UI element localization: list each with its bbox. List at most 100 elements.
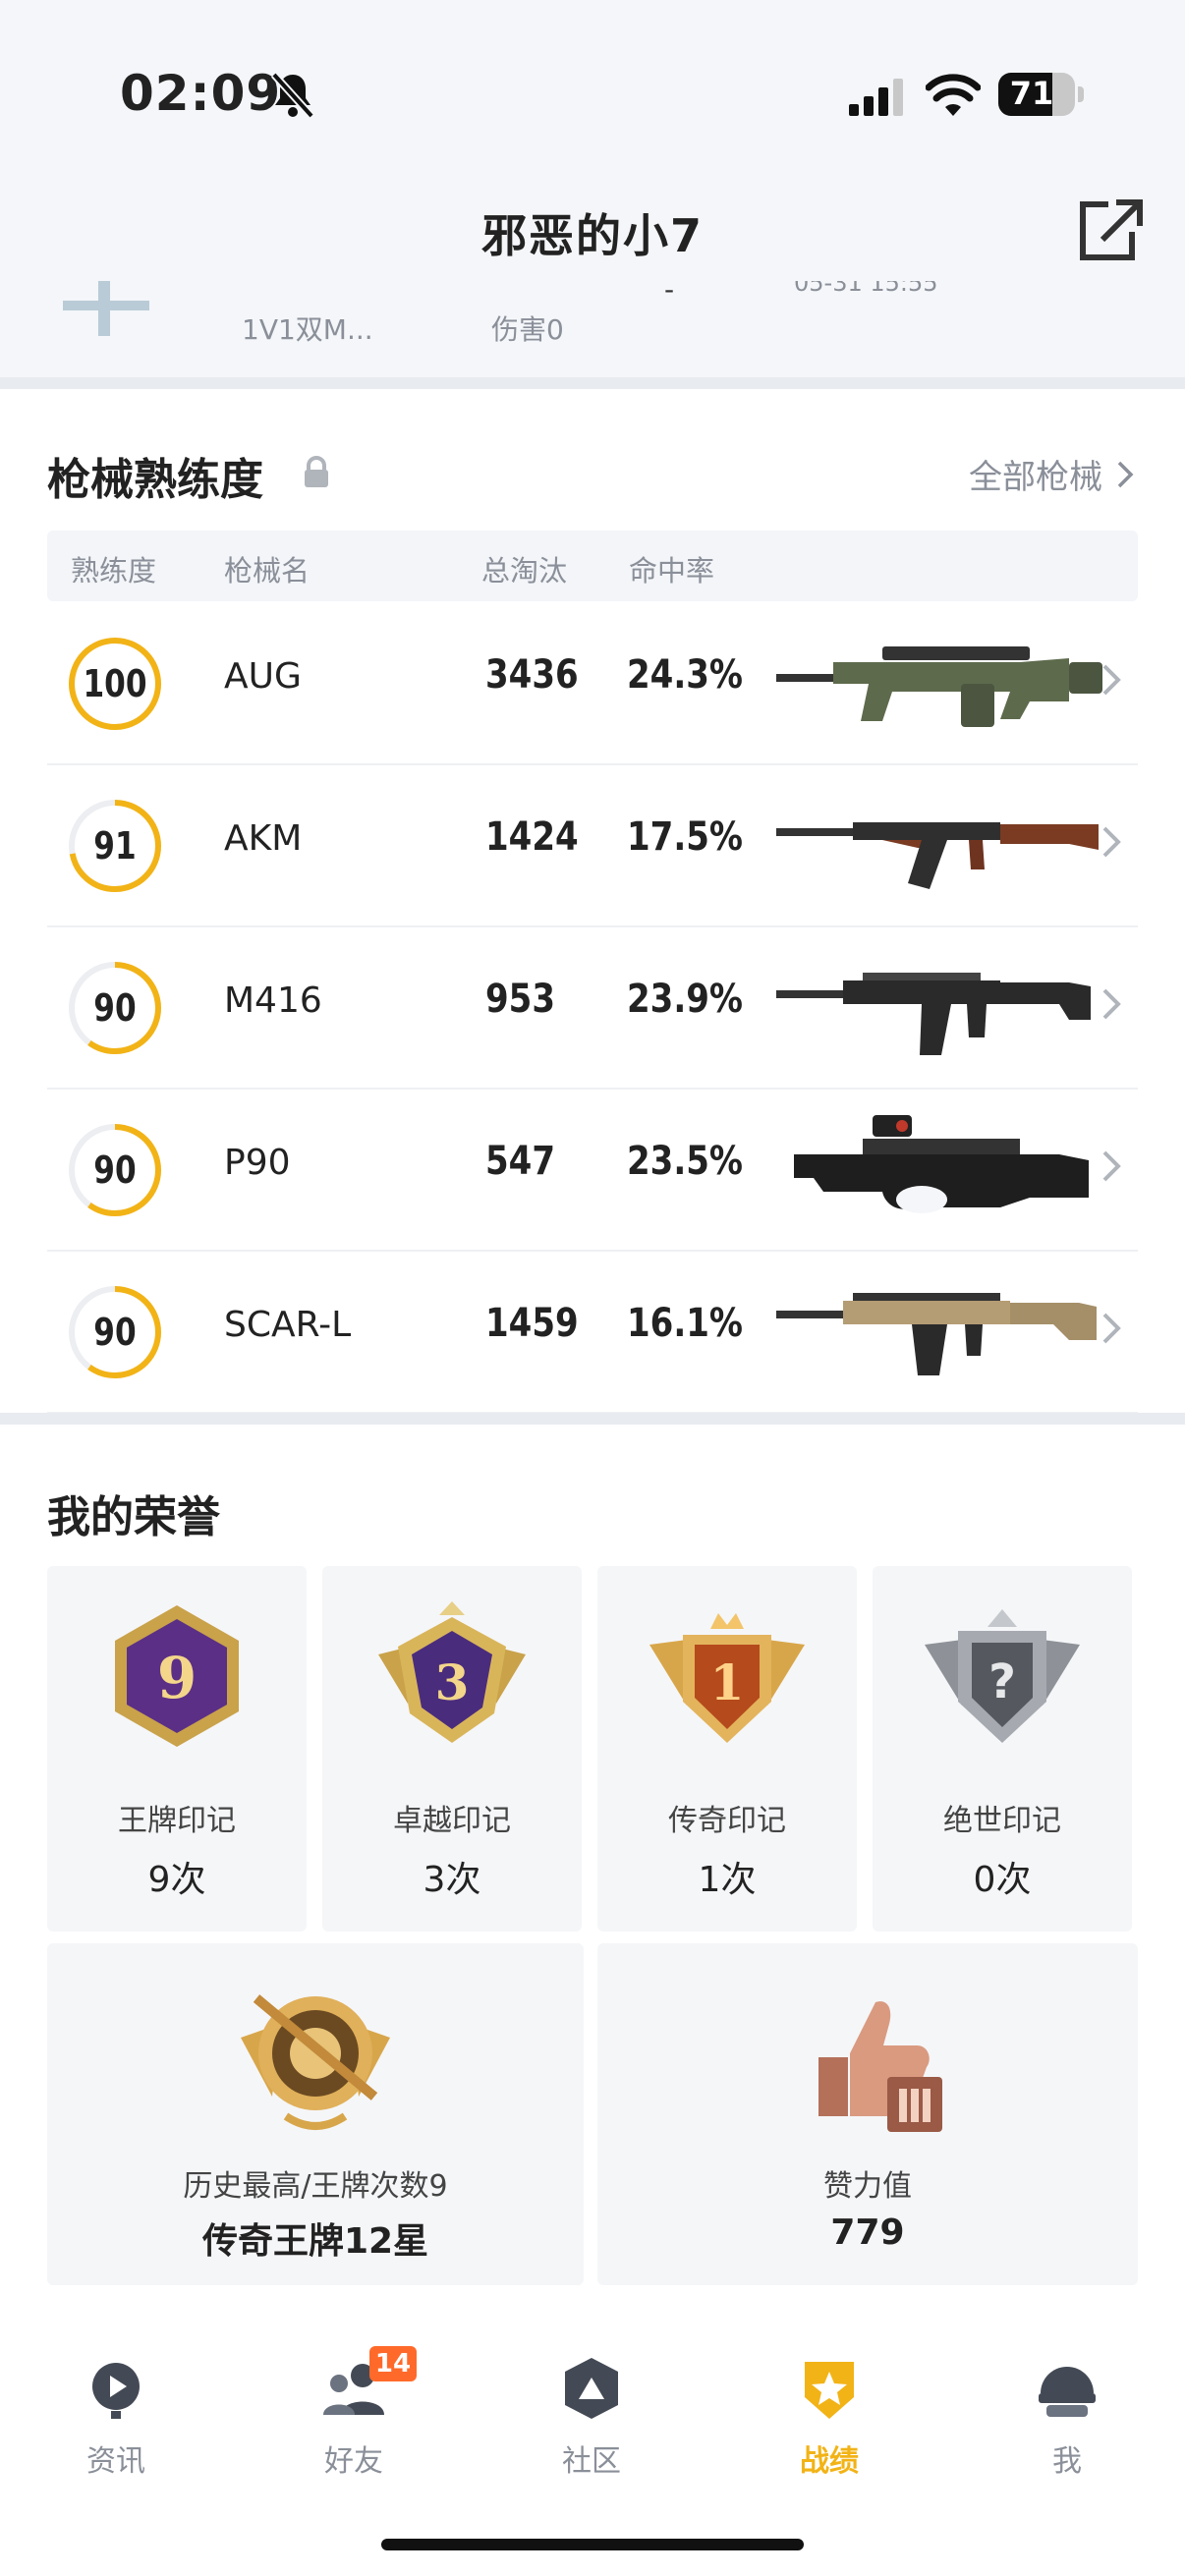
weapon-table-header: 熟练度 枪械名 总淘汰 命中率 bbox=[47, 531, 1138, 601]
wifi-icon bbox=[926, 74, 981, 116]
column-header-mastery: 熟练度 bbox=[71, 554, 157, 588]
column-header-accuracy: 命中率 bbox=[629, 554, 715, 588]
badge-label: 王牌印记 bbox=[118, 1804, 236, 1838]
excellence-mark-badge-icon: 3 bbox=[378, 1601, 526, 1743]
community-icon bbox=[565, 2358, 618, 2419]
highest-rank-label: 历史最高/王牌次数9 bbox=[183, 2169, 448, 2204]
match-record-peek[interactable]: 1V1双M... 伤害0 - 05-31 15:55 bbox=[0, 281, 1185, 379]
peerless-mark-badge-icon: ? bbox=[925, 1609, 1080, 1743]
honors-title: 我的荣誉 bbox=[47, 1492, 220, 1542]
chevron-right-icon bbox=[1102, 988, 1121, 1020]
chevron-right-icon bbox=[1102, 1313, 1121, 1344]
weapon-row-akm[interactable]: 91 AKM 1424 17.5% bbox=[47, 763, 1138, 927]
profile-icon bbox=[1039, 2367, 1096, 2417]
mastery-level: 100 bbox=[83, 662, 147, 705]
peek-mode: 1V1双M... bbox=[242, 313, 373, 346]
weapon-row-p90[interactable]: 90 P90 547 23.5% bbox=[47, 1088, 1138, 1252]
likes-value: 779 bbox=[830, 2212, 905, 2253]
mastery-level: 90 bbox=[93, 1311, 137, 1354]
badge-card-peerless[interactable]: ? 绝世印记 0次 bbox=[873, 1566, 1132, 1932]
weapon-name: P90 bbox=[224, 1143, 291, 1183]
chevron-right-icon bbox=[1102, 826, 1121, 858]
m416-rifle-icon bbox=[776, 973, 1091, 1055]
battery-cap bbox=[1078, 86, 1084, 102]
svg-text:?: ? bbox=[988, 1654, 1016, 1709]
peek-damage: 伤害0 bbox=[491, 313, 564, 346]
peek-date: 05-31 15:55 bbox=[794, 281, 938, 297]
likes-label: 赞力值 bbox=[823, 2169, 912, 2204]
column-header-weapon-name: 枪械名 bbox=[224, 554, 310, 588]
badge-card-legend[interactable]: 1 传奇印记 1次 bbox=[597, 1566, 857, 1932]
chevron-right-icon bbox=[1117, 461, 1134, 487]
badge-count: 1次 bbox=[698, 1860, 757, 1900]
home-indicator bbox=[381, 2539, 804, 2550]
badge-label: 传奇印记 bbox=[668, 1804, 786, 1838]
weapon-name: AKM bbox=[224, 818, 303, 859]
weapon-kills: 1459 bbox=[485, 1301, 579, 1346]
page-title: 邪恶的小7 bbox=[480, 209, 704, 262]
weapon-mastery-title: 枪械熟练度 bbox=[47, 455, 263, 505]
weapon-kills: 953 bbox=[485, 977, 555, 1022]
mastery-level: 90 bbox=[93, 986, 137, 1030]
friends-notification-badge: 14 bbox=[369, 2346, 417, 2381]
battery-percent: 71 bbox=[1009, 75, 1054, 112]
aug-rifle-icon bbox=[776, 646, 1102, 727]
badge-count: 3次 bbox=[423, 1860, 481, 1900]
ace-mark-badge-icon: 9 bbox=[115, 1605, 239, 1747]
tab-label: 社区 bbox=[562, 2444, 621, 2479]
signal-icon bbox=[849, 79, 903, 116]
weapon-kills: 1424 bbox=[485, 814, 579, 860]
highest-rank-card[interactable]: 历史最高/王牌次数9 传奇王牌12星 bbox=[47, 1943, 584, 2285]
scar-l-rifle-icon bbox=[776, 1293, 1097, 1375]
news-icon bbox=[92, 2363, 140, 2419]
mastery-level: 90 bbox=[93, 1148, 137, 1192]
peek-dash: - bbox=[664, 281, 675, 306]
bell-muted-icon bbox=[271, 72, 314, 119]
badge-count: 9次 bbox=[147, 1860, 206, 1900]
tab-news[interactable]: 资讯 bbox=[37, 2354, 195, 2492]
svg-text:3: 3 bbox=[435, 1653, 470, 1711]
share-icon[interactable] bbox=[1077, 196, 1146, 265]
tab-profile[interactable]: 我 bbox=[988, 2354, 1146, 2492]
svg-text:9: 9 bbox=[157, 1645, 197, 1711]
weapon-row-aug[interactable]: 100 AUG 3436 24.3% bbox=[47, 601, 1138, 765]
weapon-name: M416 bbox=[224, 980, 322, 1021]
badge-card-excellence[interactable]: 3 卓越印记 3次 bbox=[322, 1566, 582, 1932]
chevron-right-icon bbox=[1102, 1150, 1121, 1182]
p90-smg-icon bbox=[794, 1115, 1089, 1213]
chevron-right-icon bbox=[1102, 664, 1121, 696]
weapon-row-scar-l[interactable]: 90 SCAR-L 1459 16.1% bbox=[47, 1250, 1138, 1414]
likes-card[interactable]: 赞力值 779 bbox=[597, 1943, 1138, 2285]
badge-label: 卓越印记 bbox=[393, 1804, 511, 1838]
lock-icon bbox=[305, 456, 328, 487]
badge-count: 0次 bbox=[973, 1860, 1032, 1900]
mastery-level: 91 bbox=[93, 824, 137, 868]
section-divider bbox=[0, 1413, 1185, 1425]
tab-label: 我 bbox=[1052, 2444, 1082, 2479]
highest-rank-value: 传奇王牌12星 bbox=[201, 2221, 429, 2262]
tab-label: 战绩 bbox=[800, 2444, 859, 2479]
section-divider bbox=[0, 377, 1185, 389]
rank-crest-badge-icon bbox=[241, 1994, 390, 2130]
weapon-accuracy: 17.5% bbox=[627, 814, 743, 860]
tab-community[interactable]: 社区 bbox=[513, 2354, 670, 2492]
all-weapons-label: 全部枪械 bbox=[969, 458, 1102, 497]
gun-thumbnail-icon bbox=[63, 281, 149, 336]
record-icon bbox=[805, 2362, 854, 2419]
akm-rifle-icon bbox=[776, 822, 1099, 889]
column-header-kills: 总淘汰 bbox=[481, 554, 568, 588]
tab-record[interactable]: 战绩 bbox=[751, 2354, 908, 2492]
weapon-kills: 547 bbox=[485, 1139, 555, 1184]
weapon-accuracy: 16.1% bbox=[627, 1301, 743, 1346]
weapon-name: SCAR-L bbox=[224, 1305, 352, 1345]
battery-indicator: 71 bbox=[998, 73, 1075, 116]
all-weapons-link[interactable]: 全部枪械 bbox=[969, 450, 1134, 498]
tab-label: 好友 bbox=[324, 2444, 383, 2479]
weapon-accuracy: 24.3% bbox=[627, 652, 743, 698]
weapon-row-m416[interactable]: 90 M416 953 23.9% bbox=[47, 925, 1138, 1090]
status-time: 02:09 bbox=[120, 65, 282, 122]
badge-card-ace[interactable]: 9 王牌印记 9次 bbox=[47, 1566, 307, 1932]
badge-label: 绝世印记 bbox=[943, 1804, 1061, 1838]
weapon-accuracy: 23.5% bbox=[627, 1139, 743, 1184]
weapon-accuracy: 23.9% bbox=[627, 977, 743, 1022]
